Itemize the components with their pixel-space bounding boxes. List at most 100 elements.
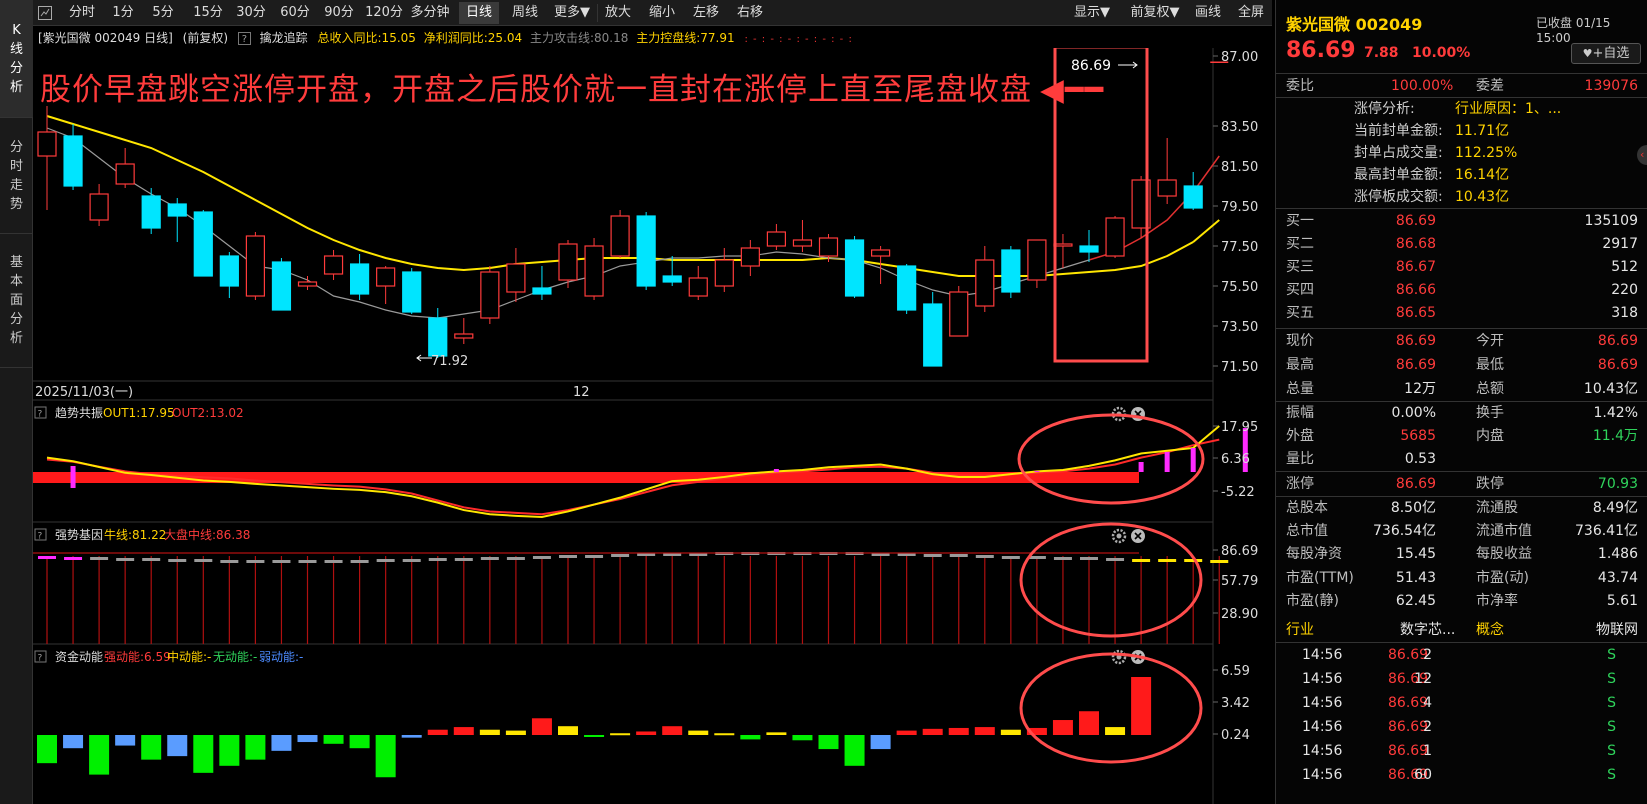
candle-body bbox=[870, 249, 891, 257]
candle-body bbox=[402, 271, 422, 313]
bid-label: 买三 bbox=[1286, 259, 1314, 275]
period-btn[interactable]: 90分 bbox=[322, 2, 356, 24]
concept-value[interactable]: 物联网 bbox=[1596, 618, 1638, 642]
bid-row[interactable]: 买二 86.68 2917 bbox=[1276, 233, 1647, 256]
gene-mark bbox=[246, 560, 265, 563]
bid-volume: 318 bbox=[1611, 305, 1638, 321]
momentum-bar bbox=[1079, 711, 1099, 735]
fullscreen-button[interactable]: 全屏 bbox=[1234, 2, 1268, 24]
tick-price: 86.69 bbox=[1388, 647, 1429, 663]
nav-intraday[interactable]: 分 时 走 势 bbox=[0, 118, 33, 234]
panel-help-icon[interactable]: ? bbox=[34, 528, 47, 542]
momentum-bar bbox=[922, 728, 943, 735]
period-btn[interactable]: 15分 bbox=[191, 2, 225, 24]
bid-row[interactable]: 买五 86.65 318 bbox=[1276, 302, 1647, 325]
period-btn[interactable]: 120分 bbox=[364, 2, 404, 24]
settings-gear-icon[interactable] bbox=[1111, 528, 1127, 544]
candle-body bbox=[923, 303, 943, 367]
period-btn[interactable]: 60分 bbox=[278, 2, 312, 24]
momentum-bar bbox=[766, 732, 787, 735]
tick-time: 14:56 bbox=[1302, 647, 1343, 663]
chart-area[interactable]: 87.00 83.50 81.50 79.50 77.50 75.50 73.50 71.50… bbox=[33, 48, 1272, 804]
close-panel-icon[interactable] bbox=[1131, 529, 1145, 543]
bid-row[interactable]: 买一 86.69 135109 bbox=[1276, 210, 1647, 233]
limit-row[interactable]: 涨停板成交额: 10.43亿 bbox=[1276, 186, 1647, 208]
candle-body bbox=[766, 231, 787, 247]
period-btn-daily[interactable]: 日线 bbox=[459, 2, 499, 24]
current-price: 86.69 bbox=[1286, 38, 1356, 63]
zoom-out-button[interactable]: 缩小 bbox=[645, 2, 679, 24]
stat-label: 涨停 bbox=[1286, 476, 1314, 492]
period-btn[interactable]: 分时 bbox=[65, 2, 99, 24]
chart-menu-icon[interactable] bbox=[37, 2, 53, 24]
panel1-name[interactable]: 趋势共振 bbox=[55, 406, 103, 420]
candle-body bbox=[949, 291, 969, 337]
industry-row[interactable]: 行业 数字芯... 概念 物联网 bbox=[1276, 618, 1647, 642]
momentum-bar bbox=[427, 729, 448, 735]
stat-value: 736.54亿 bbox=[1373, 523, 1436, 540]
period-toolbar: 分时 1分 5分 15分 30分 60分 90分 120分 多分钟 日线 周线 … bbox=[33, 0, 1272, 26]
tick-row[interactable]: 14:56 86.69 1 S bbox=[1276, 739, 1647, 763]
limit-row[interactable]: 当前封单金额: 11.71亿 bbox=[1276, 120, 1647, 142]
panel3-name[interactable]: 资金动能 bbox=[55, 649, 103, 664]
tick-row[interactable]: 14:56 86.69 60 S bbox=[1276, 763, 1647, 787]
tick-row[interactable]: 14:56 86.69 2 S bbox=[1276, 715, 1647, 739]
stat-label: 流通股 bbox=[1476, 500, 1518, 516]
display-dropdown[interactable]: 显示▼ bbox=[1067, 2, 1117, 24]
panel-help-icon[interactable]: ? bbox=[34, 406, 47, 420]
period-btn[interactable]: 多分钟 bbox=[408, 2, 452, 24]
limit-row[interactable]: 涨停分析: 行业原因：1、... bbox=[1276, 98, 1647, 120]
nav-fundamentals[interactable]: 基 本 面 分 析 bbox=[0, 234, 33, 368]
adjust-dropdown[interactable]: 前复权▼ bbox=[1125, 2, 1185, 24]
bid-row[interactable]: 买三 86.67 512 bbox=[1276, 256, 1647, 279]
stat-label: 市净率 bbox=[1476, 592, 1518, 609]
industry-value[interactable]: 数字芯... bbox=[1400, 618, 1455, 642]
candle-body bbox=[558, 243, 578, 281]
tick-time: 14:56 bbox=[1302, 767, 1343, 783]
tick-row[interactable]: 14:56 86.69 2 S bbox=[1276, 643, 1647, 667]
period-btn[interactable]: 5分 bbox=[149, 2, 177, 24]
stat-value: 86.69 bbox=[1395, 476, 1436, 492]
main-indicator-bar: [紫光国微 002049 日线] (前复权) ? 擒龙追踪 总收入同比:15.0… bbox=[33, 27, 1272, 49]
resonance-bar bbox=[1138, 462, 1144, 472]
quote-header: 紫光国微 002049 已收盘 01/15 15:00 86.69 7.88 1… bbox=[1276, 0, 1647, 74]
tick-row[interactable]: 14:56 86.69 12 S bbox=[1276, 667, 1647, 691]
momentum-bar bbox=[219, 735, 240, 766]
stat-value: 43.74 bbox=[1597, 569, 1638, 586]
stat-label: 内盘 bbox=[1476, 428, 1504, 444]
add-favorite-button[interactable]: ♥+自选 bbox=[1571, 43, 1641, 64]
period-btn[interactable]: 30分 bbox=[234, 2, 268, 24]
panel2-bull: 牛线:81.22 bbox=[104, 527, 166, 542]
zoom-in-button[interactable]: 放大 bbox=[601, 2, 635, 24]
tick-row[interactable]: 14:56 86.69 4 S bbox=[1276, 691, 1647, 715]
gene-mark bbox=[376, 559, 395, 562]
control-line-value: 主力控盘线:77.91 bbox=[636, 31, 735, 45]
panel2-name[interactable]: 强势基因 bbox=[55, 528, 103, 542]
stat-row: 市盈(TTM) 51.43 市盈(动) 43.74 bbox=[1276, 567, 1647, 590]
nav-k-line-analysis[interactable]: K 线 分 析 bbox=[0, 0, 33, 118]
tick-volume: 60 bbox=[1414, 767, 1432, 783]
y-tick-label: 57.79 bbox=[1221, 574, 1258, 589]
limit-label: 涨停分析: bbox=[1354, 101, 1415, 117]
nav-char: 分 bbox=[9, 60, 23, 76]
panel-help-icon[interactable]: ? bbox=[34, 650, 47, 664]
candle-body bbox=[480, 271, 500, 319]
bid-row[interactable]: 买四 86.66 220 bbox=[1276, 279, 1647, 302]
momentum-bar bbox=[1000, 729, 1021, 735]
help-icon[interactable]: ? bbox=[237, 32, 251, 45]
move-left-button[interactable]: 左移 bbox=[689, 2, 723, 24]
draw-line-button[interactable]: 画线 bbox=[1191, 2, 1225, 24]
tick-volume: 12 bbox=[1414, 671, 1432, 687]
limit-row[interactable]: 封单占成交量: 112.25% bbox=[1276, 142, 1647, 164]
more-periods-dropdown[interactable]: 更多▼ bbox=[549, 2, 595, 24]
indicator-name[interactable]: 擒龙追踪 bbox=[260, 31, 308, 45]
period-btn[interactable]: 周线 bbox=[505, 2, 545, 24]
limit-row[interactable]: 最高封单金额: 16.14亿 bbox=[1276, 164, 1647, 186]
momentum-bar bbox=[740, 735, 761, 740]
annotation-arrow-icon: ◀━━ bbox=[1040, 72, 1105, 108]
stat-label: 每股收益 bbox=[1476, 546, 1532, 563]
move-right-button[interactable]: 右移 bbox=[733, 2, 767, 24]
stat-value: 51.43 bbox=[1395, 569, 1436, 586]
period-btn[interactable]: 1分 bbox=[109, 2, 137, 24]
date-mid: 12 bbox=[573, 385, 590, 400]
